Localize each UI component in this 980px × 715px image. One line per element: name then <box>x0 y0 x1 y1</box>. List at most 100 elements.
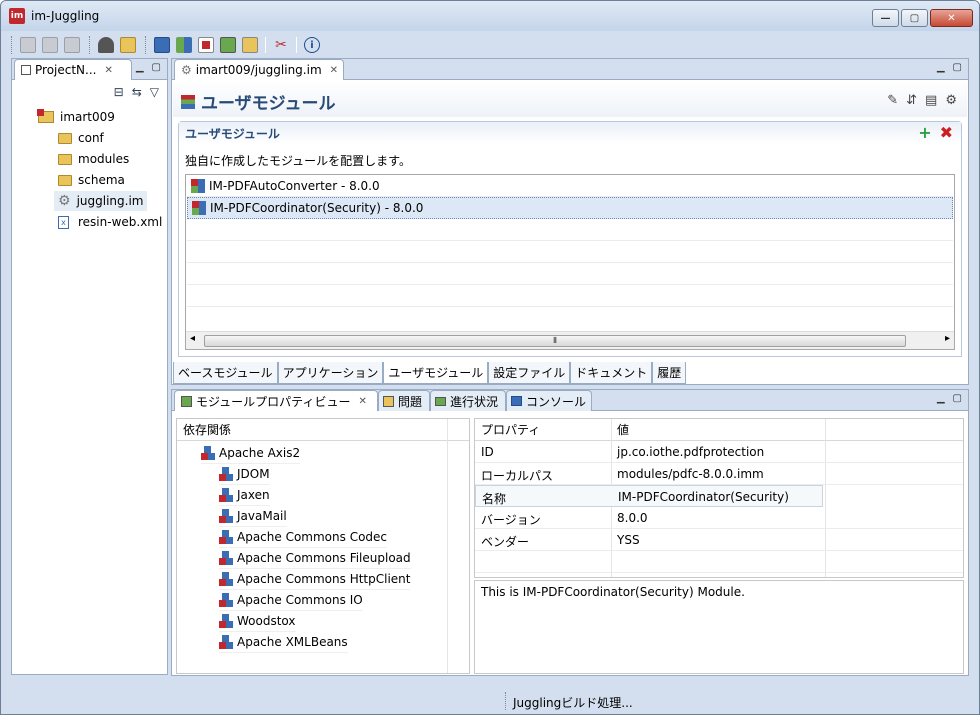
minimize-view-icon[interactable]: ▁ <box>136 62 144 73</box>
property-name: ベンダー <box>481 535 530 549</box>
column-divider <box>447 419 448 673</box>
gear-icon: ⚙ <box>58 193 71 209</box>
maximize-view-icon[interactable]: ▢ <box>953 393 962 404</box>
dependency-item[interactable]: Woodstox <box>219 611 296 632</box>
tree-item-label: juggling.im <box>76 194 144 208</box>
maximize-view-icon[interactable]: ▢ <box>152 62 161 73</box>
tree-item-label: conf <box>78 131 104 145</box>
horizontal-scrollbar[interactable]: ◂ ⦀ ▸ <box>186 331 954 349</box>
save-all-icon[interactable] <box>64 37 80 53</box>
toolbar-separator <box>265 37 266 53</box>
properties-tabbar: モジュールプロパティビュー ✕ 問題 進行状況 コンソール ▁ ▢ <box>172 390 968 411</box>
close-tab-icon[interactable]: ✕ <box>358 396 366 407</box>
info-icon[interactable]: i <box>304 37 320 53</box>
monitor-icon[interactable] <box>154 37 170 53</box>
module-row[interactable]: IM-PDFAutoConverter - 8.0.0 <box>187 175 953 197</box>
dependency-item[interactable]: JavaMail <box>219 506 287 527</box>
collapse-all-icon[interactable]: ⊟ <box>114 85 124 99</box>
property-row-focused[interactable]: 名称 IM-PDFCoordinator(Security) <box>475 485 823 507</box>
tab-module-properties[interactable]: モジュールプロパティビュー ✕ <box>174 390 378 411</box>
toolbar-separator <box>296 37 297 53</box>
module-label: IM-PDFAutoConverter - 8.0.0 <box>209 178 380 193</box>
status-divider <box>505 692 506 710</box>
settings-icon[interactable]: ⚙ <box>945 93 957 108</box>
module-icon <box>219 572 233 586</box>
tab-documents[interactable]: ドキュメント <box>570 362 653 384</box>
module-row-selected[interactable]: IM-PDFCoordinator(Security) - 8.0.0 <box>187 197 953 219</box>
remove-module-button[interactable]: ✖ <box>940 125 953 141</box>
tab-problems[interactable]: 問題 <box>378 390 430 411</box>
image-icon[interactable] <box>220 37 236 53</box>
property-row[interactable]: バージョン 8.0.0 <box>475 507 963 529</box>
tree-item-label: resin-web.xml <box>78 215 163 229</box>
tab-applications[interactable]: アプリケーション <box>277 362 384 384</box>
property-row[interactable]: ID jp.co.iothe.pdfprotection <box>475 441 963 463</box>
dependency-label: JDOM <box>237 467 270 481</box>
scroll-left-icon[interactable]: ◂ <box>190 333 195 344</box>
tree-item-schema[interactable]: schema <box>58 170 125 190</box>
link-editor-icon[interactable]: ⇆ <box>132 85 142 99</box>
editor-header: ユーザモジュール ✎ ⇵ ▤ ⚙ <box>173 81 967 117</box>
minimize-view-icon[interactable]: ▁ <box>937 393 945 404</box>
save-icon[interactable] <box>20 37 36 53</box>
dependency-item[interactable]: Jaxen <box>219 485 270 506</box>
tab-progress[interactable]: 進行状況 <box>430 390 506 411</box>
tab-module-properties-label: モジュールプロパティビュー <box>196 394 351 409</box>
empty-row <box>187 241 953 263</box>
settings-tools-icon[interactable]: ✂ <box>273 37 289 53</box>
tree-icon[interactable] <box>242 37 258 53</box>
save-as-icon[interactable] <box>42 37 58 53</box>
dependency-item[interactable]: Apache Commons HttpClient <box>219 569 411 590</box>
dependency-item[interactable]: Apache Commons Fileupload <box>219 548 411 569</box>
tab-history[interactable]: 履歴 <box>652 362 687 384</box>
tab-console[interactable]: コンソール <box>506 390 592 411</box>
module-list: IM-PDFAutoConverter - 8.0.0 IM-PDFCoordi… <box>185 174 955 350</box>
sort-icon[interactable]: ⇵ <box>906 93 917 108</box>
tab-user-modules[interactable]: ユーザモジュール <box>383 362 489 384</box>
property-value: YSS <box>617 533 640 547</box>
module-icon <box>219 467 233 481</box>
maximize-button[interactable]: ▢ <box>901 9 928 27</box>
view-menu-icon[interactable]: ▽ <box>150 85 159 99</box>
dependency-item[interactable]: Apache Commons Codec <box>219 527 388 548</box>
add-module-button[interactable]: + <box>918 125 931 141</box>
export-icon[interactable] <box>176 37 192 53</box>
clipboard-icon[interactable]: ▤ <box>925 93 937 108</box>
minimize-button[interactable]: — <box>872 9 899 27</box>
tab-juggling-im[interactable]: ⚙ imart009/juggling.im ✕ <box>174 59 344 80</box>
tree-item-root[interactable]: imart009 <box>37 107 115 127</box>
dependency-item[interactable]: JDOM <box>219 464 270 485</box>
tab-config-files[interactable]: 設定ファイル <box>488 362 571 384</box>
dependency-label: Jaxen <box>237 488 270 502</box>
close-tab-icon[interactable]: ✕ <box>330 65 338 76</box>
open-folder-icon[interactable] <box>120 37 136 53</box>
dependency-item[interactable]: Apache XMLBeans <box>219 632 348 653</box>
close-button[interactable]: ✕ <box>930 9 973 27</box>
tab-problems-label: 問題 <box>398 394 423 409</box>
property-row[interactable]: ローカルパス modules/pdfc-8.0.0.imm <box>475 463 963 485</box>
property-row[interactable]: ベンダー YSS <box>475 529 963 551</box>
minimize-view-icon[interactable]: ▁ <box>937 62 945 73</box>
tab-console-label: コンソール <box>526 394 587 409</box>
tree-item-juggling[interactable]: ⚙ juggling.im <box>54 191 148 211</box>
dependency-root[interactable]: Apache Axis2 <box>201 443 301 464</box>
tab-base-modules[interactable]: ベースモジュール <box>173 362 278 384</box>
tab-juggling-im-label: imart009/juggling.im <box>195 63 322 77</box>
wizard-icon[interactable]: ✎ <box>887 93 898 108</box>
tree-item-modules[interactable]: modules <box>58 149 129 169</box>
property-name: 名称 <box>482 492 507 506</box>
project-icon <box>37 109 54 123</box>
module-icon[interactable] <box>198 37 214 53</box>
close-tab-icon[interactable]: ✕ <box>104 65 112 76</box>
juggling-icon[interactable] <box>98 37 114 53</box>
maximize-view-icon[interactable]: ▢ <box>953 62 962 73</box>
dependency-item[interactable]: Apache Commons IO <box>219 590 363 611</box>
tree-item-conf[interactable]: conf <box>58 128 104 148</box>
tree-item-resin-web[interactable]: x resin-web.xml <box>58 212 162 232</box>
close-icon: ✕ <box>947 12 956 24</box>
scroll-right-icon[interactable]: ▸ <box>945 333 950 344</box>
property-value: IM-PDFCoordinator(Security) <box>618 490 789 504</box>
tab-project-navigator[interactable]: ProjectN... ✕ <box>14 59 132 80</box>
app-window: im im-Juggling — ▢ ✕ ✂ i ProjectN... ✕ ▁… <box>0 0 980 715</box>
scroll-thumb[interactable]: ⦀ <box>204 335 906 347</box>
